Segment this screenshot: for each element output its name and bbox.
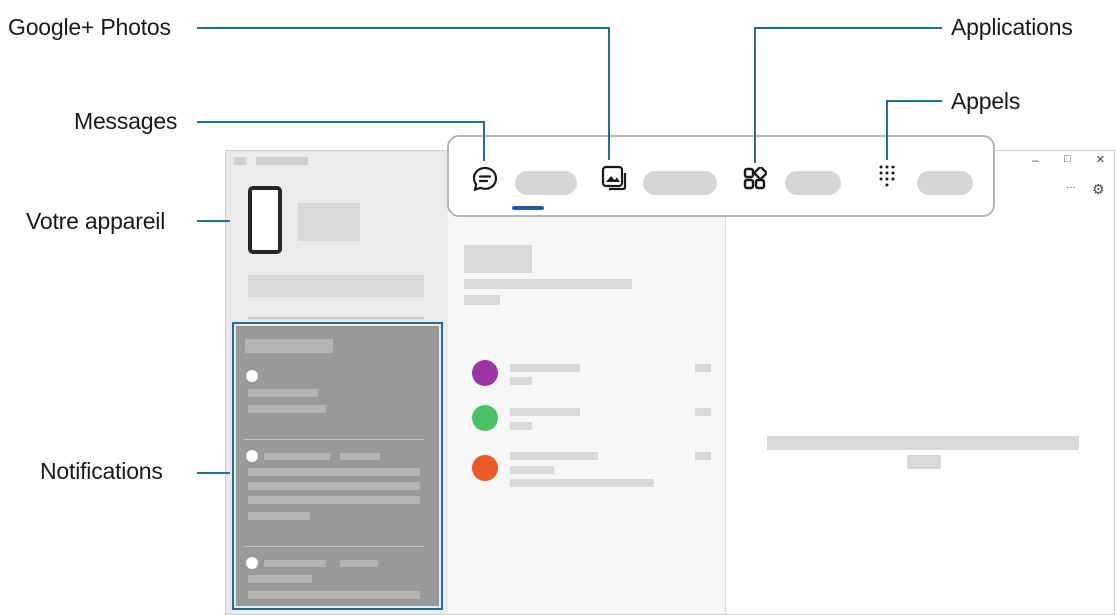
notification-app-icon (246, 370, 258, 382)
list-item-name-placeholder (510, 452, 598, 460)
leader-line-device (197, 220, 230, 222)
conversation-list-pane (448, 215, 726, 614)
sidebar-divider (248, 317, 424, 319)
minimize-icon[interactable]: – (1032, 153, 1039, 167)
notification-line-placeholder (248, 468, 420, 476)
leader-line-google-photos (608, 27, 610, 160)
list-item-time-placeholder (695, 408, 711, 416)
tab-messages-label-placeholder[interactable] (515, 171, 577, 195)
list-item-time-placeholder (695, 452, 711, 460)
phone-device-icon[interactable] (248, 186, 282, 254)
callout-device: Votre appareil (26, 208, 166, 234)
leader-line-calls (886, 100, 888, 160)
list-item-preview-placeholder (510, 377, 532, 385)
callout-google-photos: Google+ Photos (8, 14, 171, 40)
leader-line-notifications (197, 472, 230, 474)
notification-line-placeholder (264, 560, 326, 567)
leader-line-calls (886, 100, 942, 102)
callout-messages: Messages (74, 108, 178, 134)
notification-divider (244, 439, 424, 440)
tab-apps-label-placeholder[interactable] (785, 171, 841, 195)
avatar[interactable] (472, 455, 498, 481)
apps-grid-icon[interactable] (743, 167, 767, 191)
list-item-preview-placeholder (510, 422, 532, 430)
notification-app-icon (246, 450, 258, 462)
close-icon[interactable]: × (1096, 151, 1105, 168)
active-tab-indicator (512, 206, 544, 210)
detail-button-placeholder (907, 455, 941, 469)
window-title-placeholder (234, 157, 246, 165)
callout-applications: Applications (951, 14, 1073, 40)
device-status-placeholder (248, 275, 424, 297)
list-item-time-placeholder (695, 364, 711, 372)
device-name-placeholder (298, 203, 360, 241)
list-item-name-placeholder (510, 408, 580, 416)
callout-notifications: Notifications (40, 458, 163, 484)
gallery-icon[interactable] (601, 165, 627, 191)
notification-line-placeholder (248, 389, 318, 397)
notification-app-icon (246, 557, 258, 569)
list-subtitle-placeholder (464, 279, 632, 289)
notification-line-placeholder (248, 512, 310, 520)
avatar[interactable] (472, 405, 498, 431)
leader-line-applications (754, 27, 942, 29)
leader-line-applications (754, 27, 756, 163)
tab-calls-label-placeholder[interactable] (917, 171, 973, 195)
notification-line-placeholder (248, 405, 326, 413)
notifications-panel[interactable] (232, 322, 443, 610)
callout-calls: Appels (951, 88, 1021, 114)
list-subtitle-placeholder (464, 295, 500, 305)
notification-line-placeholder (248, 591, 420, 599)
notification-line-placeholder (248, 496, 420, 504)
list-item-name-placeholder (510, 364, 580, 372)
dialpad-icon[interactable] (877, 163, 901, 191)
notification-line-placeholder (340, 560, 378, 567)
leader-line-messages (483, 121, 485, 161)
feature-tab-bar (447, 135, 995, 217)
leader-line-messages (197, 121, 484, 123)
sidebar (226, 151, 448, 614)
notification-line-placeholder (340, 453, 380, 460)
app-window: – □ × ··· ⚙ (225, 150, 1115, 615)
notification-line-placeholder (248, 575, 312, 583)
window-title-text-placeholder (256, 157, 308, 165)
list-title-placeholder (464, 245, 532, 273)
notification-divider (244, 546, 424, 547)
notification-line-placeholder (264, 453, 330, 460)
more-icon[interactable]: ··· (1066, 182, 1076, 193)
notifications-title-placeholder (245, 339, 333, 353)
leader-line-google-photos (197, 27, 609, 29)
chat-bubble-icon[interactable] (471, 165, 499, 193)
maximize-icon[interactable]: □ (1064, 153, 1071, 165)
gear-icon[interactable]: ⚙ (1092, 181, 1105, 198)
detail-title-placeholder (767, 436, 1079, 450)
list-item-preview-placeholder (510, 466, 554, 474)
tab-photos-label-placeholder[interactable] (643, 171, 717, 195)
notification-line-placeholder (248, 482, 420, 490)
avatar[interactable] (472, 360, 498, 386)
list-item-preview-placeholder (510, 479, 654, 487)
